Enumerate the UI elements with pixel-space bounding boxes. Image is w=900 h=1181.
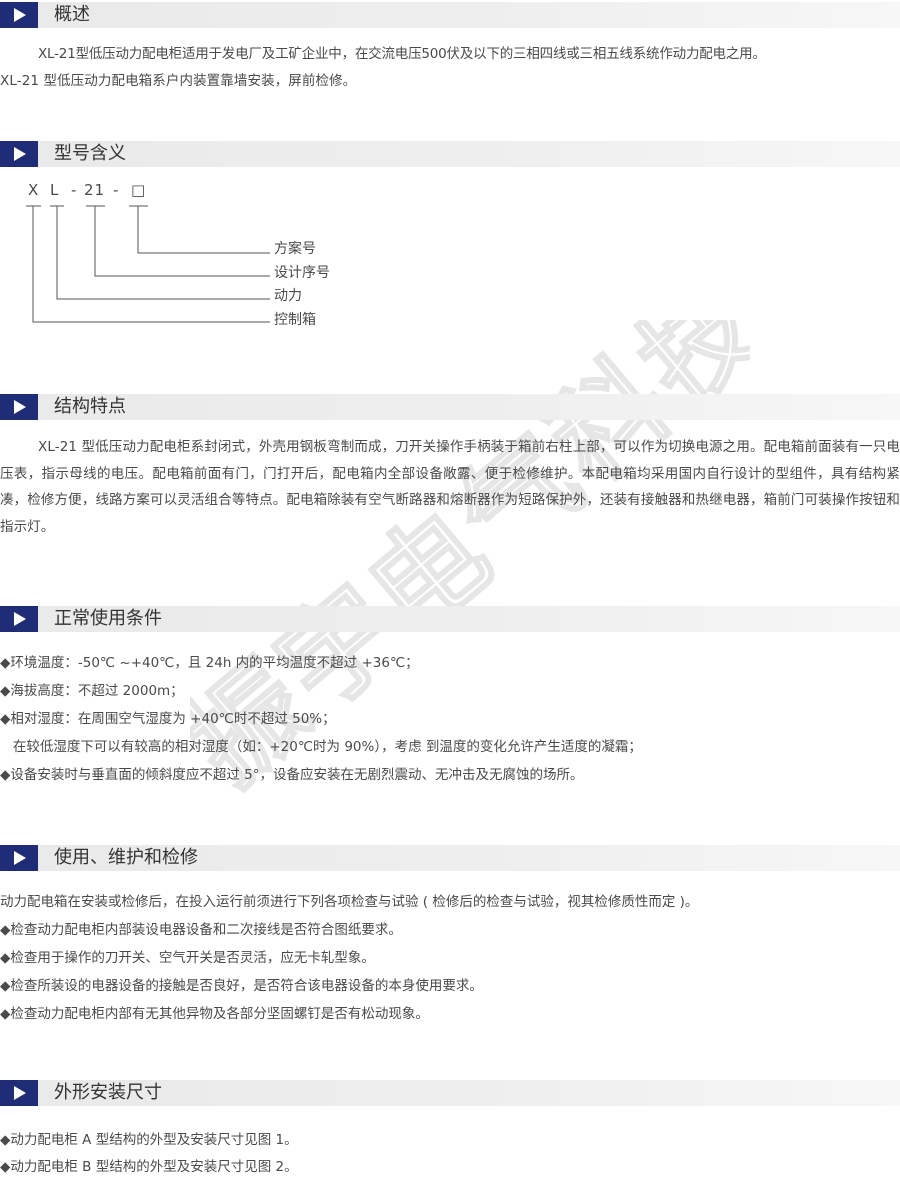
play-arrow-icon [0,845,38,871]
maintenance-item: ◆检查动力配电柜内部装设电器设备和二次接线是否符合图纸要求。 [0,922,402,938]
maintenance-item: ◆检查动力配电柜内部有无其他异物及各部分坚固螺钉是否有松动现象。 [0,1006,429,1022]
section-title: 结构特点 [54,396,126,417]
structure-paragraph: XL-21 型低压动力配电柜系封闭式，外壳用钢板弯制而成，刀开关操作手柄装于箱前… [0,439,900,536]
play-arrow-icon [0,2,38,28]
maintenance-item: ◆检查所装设的电器设备的接触是否良好，是否符合该电器设备的本身使用要求。 [0,978,483,994]
section-header-dimensions: 外形安装尺寸 [0,1080,900,1106]
overview-paragraph-1: XL-21型低压动力配电柜适用于发电厂及工矿企业中，在交流电压500伏及以下的三… [38,46,766,62]
section-title: 正常使用条件 [54,608,162,629]
section-title: 外形安装尺寸 [54,1082,162,1103]
section-header-maintenance: 使用、维护和检修 [0,845,900,871]
section-header-model-meaning: 型号含义 [0,141,900,167]
section-title: 使用、维护和检修 [54,847,198,868]
section-header-conditions: 正常使用条件 [0,606,900,632]
dimensions-item: ◆动力配电柜 B 型结构的外型及安装尺寸见图 2。 [0,1159,298,1175]
condition-item: ◆环境温度：-50℃ ~+40℃，且 24h 内的平均温度不超过 +36℃； [0,655,419,671]
play-arrow-icon [0,606,38,632]
overview-paragraph-2: XL-21 型低压动力配电箱系户内装置靠墙安装，屏前检修。 [0,73,357,89]
model-label-control-box: 控制箱 [274,312,316,328]
section-header-overview: 概述 [0,2,900,28]
section-title: 型号含义 [54,143,126,164]
play-arrow-icon [0,1080,38,1106]
maintenance-intro: 动力配电箱在安装或检修后，在投入运行前须进行下列各项检查与试验 ( 检修后的检查… [0,894,699,910]
play-arrow-icon [0,394,38,420]
maintenance-item: ◆检查用于操作的刀开关、空气开关是否灵活，应无卡轧型象。 [0,950,375,966]
section-header-structure: 结构特点 [0,394,900,420]
condition-item: ◆设备安装时与垂直面的倾斜度应不超过 5°，设备应安装在无剧烈震动、无冲击及无腐… [0,767,584,783]
model-label-design-serial: 设计序号 [274,265,330,281]
model-label-power: 动力 [274,288,302,304]
section-title: 概述 [54,4,90,25]
model-label-scheme-no: 方案号 [274,241,316,257]
dimensions-item: ◆动力配电柜 A 型结构的外型及安装尺寸见图 1。 [0,1132,298,1148]
play-arrow-icon [0,141,38,167]
condition-item: ◆海拔高度：不超过 2000m； [0,683,184,699]
model-diagram-lines [26,205,270,323]
condition-item: ◆相对湿度：在周围空气湿度为 +40℃时不超过 50%； [0,711,336,727]
condition-item-continued: 在较低湿度下可以有较高的相对湿度（如：+20℃时为 90%），考虑 到温度的变化… [0,739,642,755]
